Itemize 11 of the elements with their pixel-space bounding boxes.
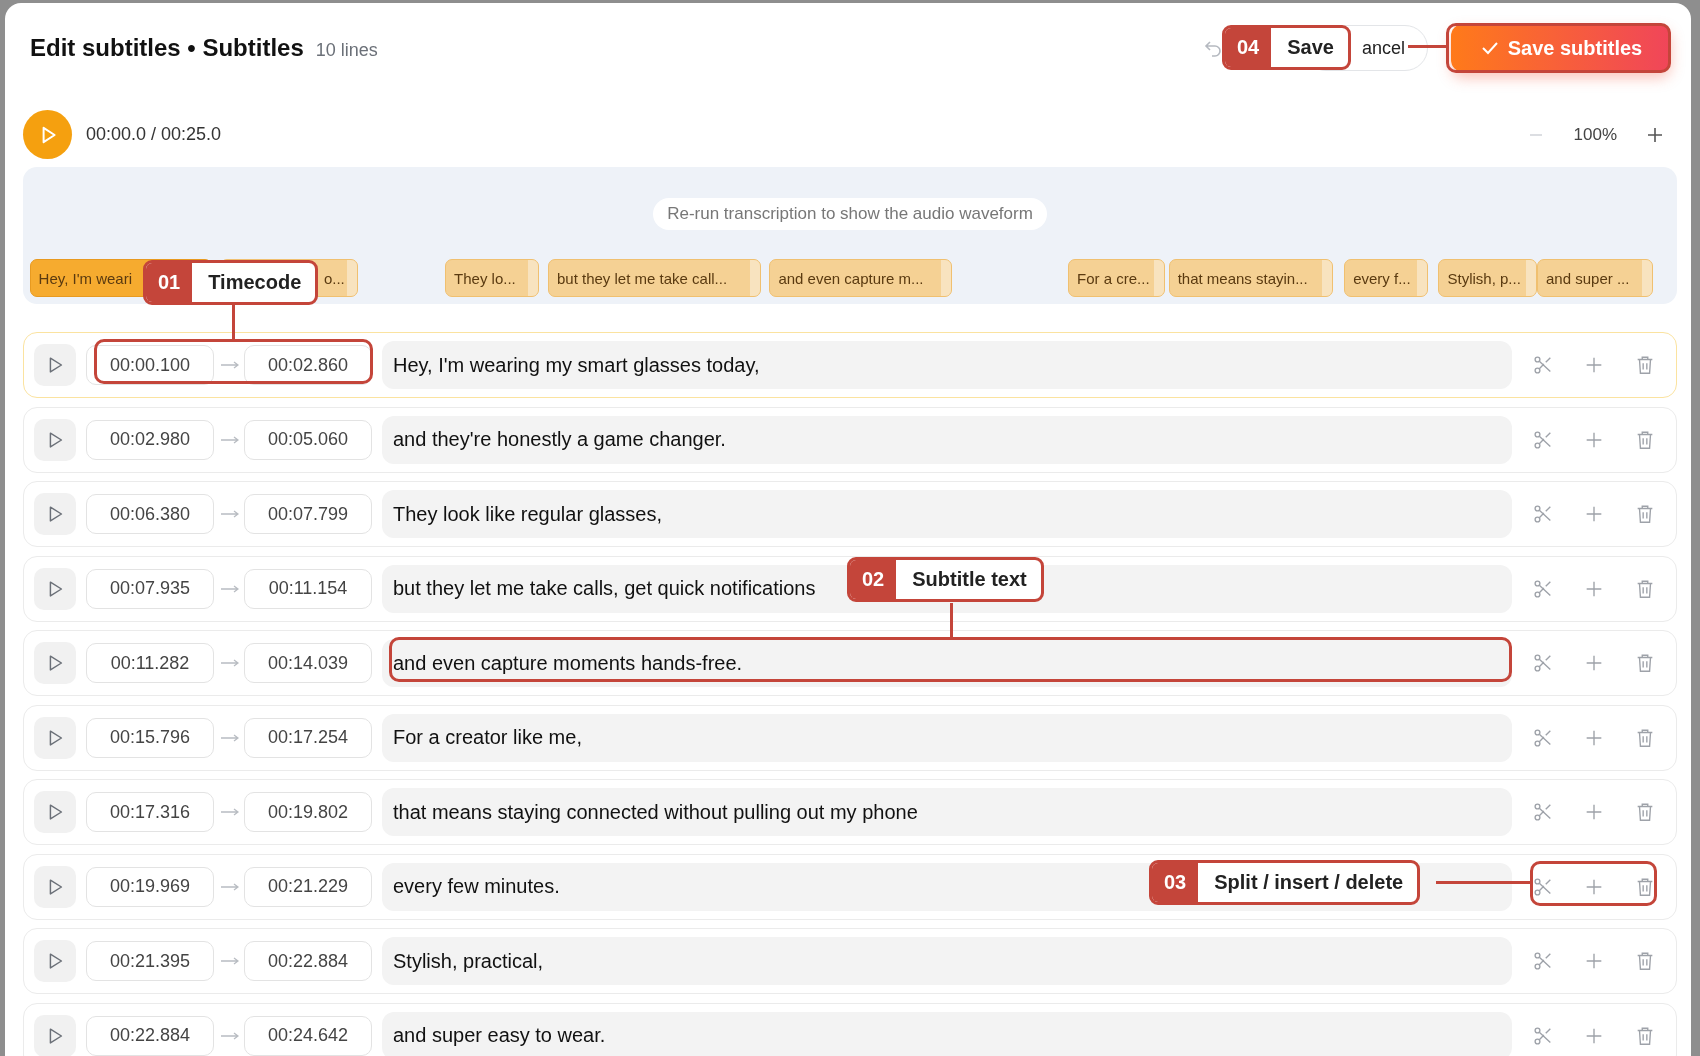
- zoom-level: 100%: [1573, 124, 1617, 145]
- line-count: 10 lines: [315, 40, 378, 61]
- callout-number: 02: [850, 560, 897, 599]
- playback-time: 00:00.0 / 00:25.0: [86, 124, 222, 145]
- waveform-hint: Re-run transcription to show the audio waveform: [653, 198, 1047, 230]
- callout-number: 03: [1152, 863, 1199, 902]
- callout-number: 04: [1225, 28, 1272, 67]
- callout-number: 01: [146, 263, 193, 302]
- callout-text: Split / insert / delete: [1213, 870, 1405, 895]
- window-title: Edit subtitles • Subtitles: [30, 34, 304, 62]
- callout-text: Subtitle text: [911, 567, 1028, 592]
